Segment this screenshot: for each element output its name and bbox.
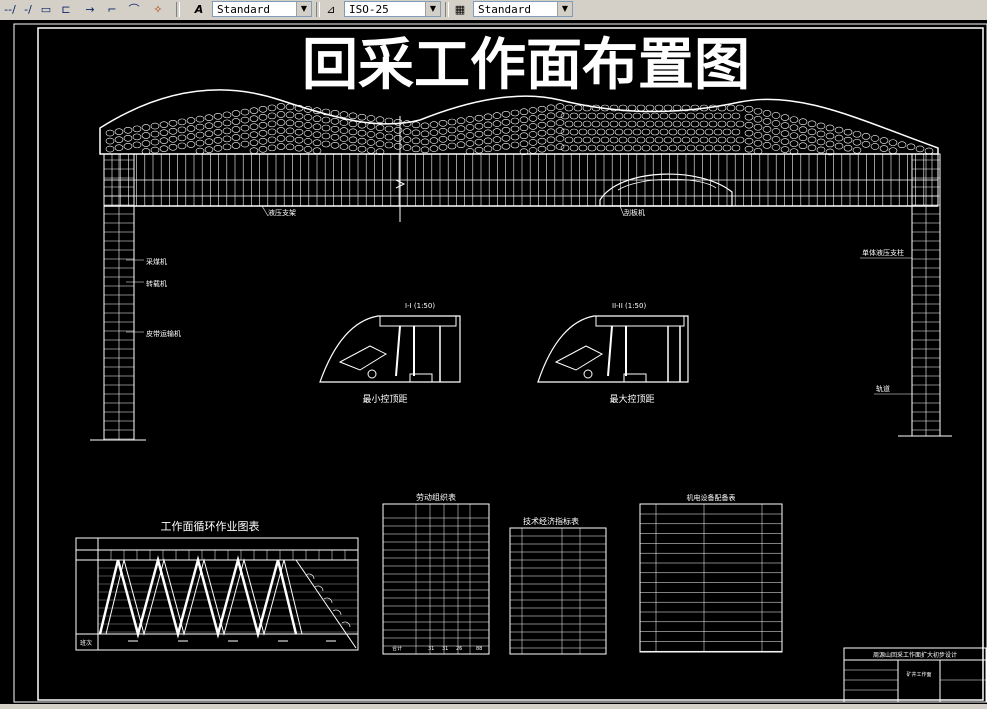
labor-table-title: 劳动组织表 xyxy=(416,492,456,502)
table-style-value: Standard xyxy=(478,3,531,16)
tech-table-title: 技术经济指标表 xyxy=(523,516,579,526)
cycle-chart-marks xyxy=(97,550,358,649)
labor-table-grid xyxy=(383,504,489,654)
left-roadway-rungs xyxy=(104,154,134,440)
cycle-chart: 工作面循环作业图表 班次 xyxy=(75,519,359,651)
folder-icon[interactable]: ⊏ xyxy=(58,2,74,17)
dim-style-select[interactable]: ISO-25 ▼ xyxy=(344,1,441,17)
cycle-chart-title: 工作面循环作业图表 xyxy=(161,519,260,533)
section-view-1: I-I (1:50) 最小控顶距 xyxy=(319,302,461,405)
equip-table-title: 机电设备配备表 xyxy=(687,493,736,502)
label-left-2: 转载机 xyxy=(146,279,167,288)
labor-total-2: 31 xyxy=(442,646,448,652)
chevron-down-icon[interactable]: ▼ xyxy=(296,2,311,16)
cycle-row-label: 班次 xyxy=(80,639,92,647)
toolbar-separator xyxy=(445,2,449,17)
text-style-value: Standard xyxy=(217,3,270,16)
labor-total-label: 合计 xyxy=(392,645,402,652)
section1-title: I-I (1:50) xyxy=(405,302,435,310)
labor-total-4: 88 xyxy=(476,646,482,652)
dim-style-icon[interactable]: ⊿ xyxy=(322,2,340,17)
explode-icon[interactable]: ✧ xyxy=(150,2,166,17)
drawing-title: 回采工作面布置图 xyxy=(302,33,750,98)
tech-table: 技术经济指标表 xyxy=(509,516,607,655)
shearer xyxy=(599,173,733,207)
text-style-select[interactable]: Standard ▼ xyxy=(212,1,312,17)
label-top-right: 刮板机 xyxy=(624,208,645,217)
toolbar-separator xyxy=(316,2,320,17)
equip-table-grid xyxy=(640,504,782,652)
labor-total-3: 26 xyxy=(456,646,462,652)
table-style-icon[interactable]: ▦ xyxy=(451,2,469,17)
chevron-down-icon[interactable]: ▼ xyxy=(425,2,440,16)
label-left-3: 皮带运输机 xyxy=(146,329,181,338)
label-right-top: 单体液压支柱 xyxy=(862,248,904,257)
line-dim-icon[interactable]: --/ xyxy=(2,2,18,17)
goaf-rocks xyxy=(105,103,934,156)
drawing-canvas[interactable]: 回采工作面布置图 液压支架 刮板机 采煤机 转载机 皮带运输机 单体液压支柱 轨… xyxy=(0,20,987,704)
arrow-icon[interactable]: → xyxy=(82,2,98,17)
section2-caption: 最大控顶距 xyxy=(609,393,654,405)
label-top-mid: 液压支架 xyxy=(268,208,296,217)
section1-caption: 最小控顶距 xyxy=(362,393,407,405)
tech-table-grid xyxy=(510,528,606,654)
labor-total-1: 31 xyxy=(428,646,434,652)
label-right-bottom: 轨道 xyxy=(876,384,890,393)
chevron-down-icon[interactable]: ▼ xyxy=(557,2,572,16)
equip-table: 机电设备配备表 xyxy=(639,493,783,653)
label-left-1: 采煤机 xyxy=(146,257,167,266)
cad-drawing: 回采工作面布置图 液压支架 刮板机 采煤机 转载机 皮带运输机 单体液压支柱 轨… xyxy=(13,23,987,703)
text-style-icon[interactable]: A xyxy=(191,2,207,17)
title-block-sub: 矿井工作面 xyxy=(906,671,931,678)
arc-icon[interactable]: ⌒ xyxy=(126,2,142,17)
dim-style-value: ISO-25 xyxy=(349,3,389,16)
rectangle-icon[interactable]: ▭ xyxy=(38,2,54,17)
section2-title: II-II (1:50) xyxy=(612,302,646,310)
status-bar xyxy=(0,704,987,709)
title-block: 周源山回采工作面扩大初步设计 矿井工作面 xyxy=(843,647,987,703)
table-style-select[interactable]: Standard ▼ xyxy=(473,1,573,17)
labor-table: 劳动组织表 合计 31 31 26 88 xyxy=(382,492,490,655)
section-view-2: II-II (1:50) 最大控顶距 xyxy=(537,302,689,405)
arc-dim-icon[interactable]: -/ xyxy=(20,2,36,17)
title-block-heading: 周源山回采工作面扩大初步设计 xyxy=(873,651,957,659)
toolbar: --/ -/ ▭ ⊏ → ⌐ ⌒ ✧ A Standard ▼ ⊿ ISO-25… xyxy=(0,0,987,21)
toolbar-separator xyxy=(176,2,180,17)
curve-icon[interactable]: ⌐ xyxy=(104,2,120,17)
